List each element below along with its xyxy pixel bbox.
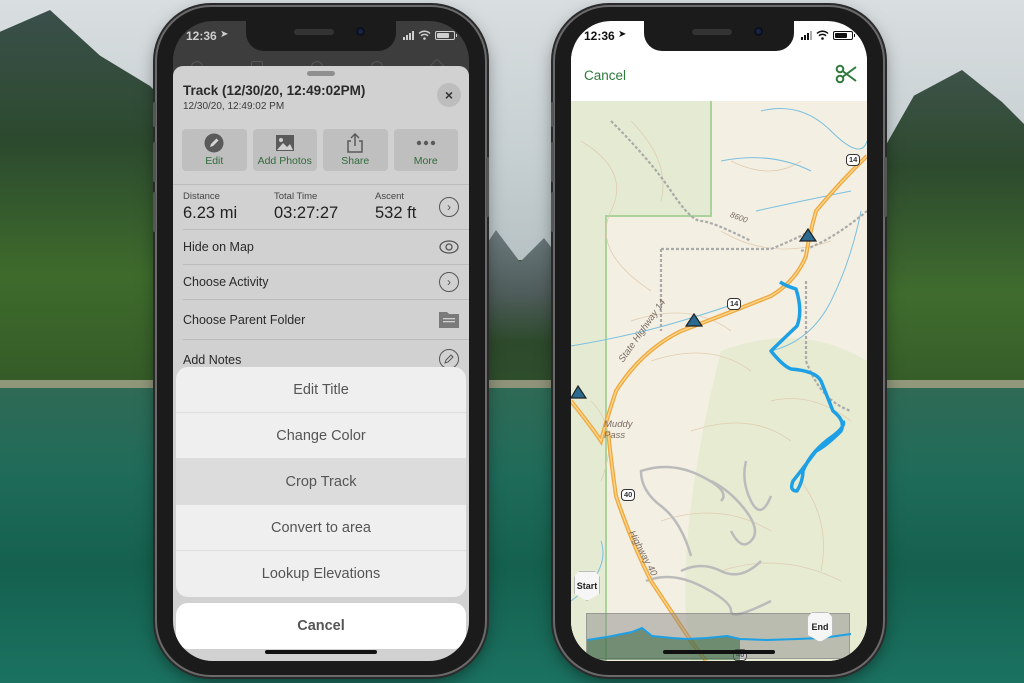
crop-navigation-bar: Cancel (571, 51, 867, 101)
volume-up-button (153, 142, 156, 182)
wifi-icon (418, 30, 431, 40)
campground-icon (798, 227, 818, 242)
screen-crop-track: 12:36 ➤ Cancel 8600 State Highway 14 Mud… (571, 21, 867, 661)
muddy-pass-label: Muddy Pass (604, 419, 633, 441)
route-shield: 40 (621, 489, 636, 501)
close-button[interactable]: × (437, 83, 461, 107)
menu-item-lookup-elevations[interactable]: Lookup Elevations (176, 551, 466, 597)
map-graphics (571, 101, 867, 661)
track-stats: Distance 6.23 mi Total Time 03:27:27 Asc… (173, 184, 469, 229)
route-shield: 14 (846, 154, 861, 166)
volume-down-button (153, 192, 156, 232)
wifi-icon (816, 30, 829, 40)
track-title: Track (12/30/20, 12:49:02PM) (183, 83, 366, 98)
folder-icon (439, 310, 459, 333)
power-button (884, 157, 887, 217)
home-indicator[interactable] (663, 650, 775, 654)
status-time: 12:36 (584, 29, 615, 43)
eye-icon (439, 237, 459, 262)
share-icon (346, 133, 364, 153)
photo-icon (275, 133, 295, 153)
add-photos-button[interactable]: Add Photos (252, 129, 317, 171)
cellular-signal-icon (403, 30, 414, 40)
menu-item-change-color[interactable]: Change Color (176, 413, 466, 459)
notch (246, 21, 396, 51)
silent-switch (153, 102, 156, 127)
pencil-icon (439, 349, 459, 369)
screen-track-details: 12:36 ➤ Track (12/30/20, 12:49:02PM) 12/… (173, 21, 469, 661)
action-buttons: Edit Add Photos Share More (182, 129, 458, 171)
stat-total-time: Total Time 03:27:27 (274, 191, 339, 222)
row-choose-activity[interactable]: Choose Activity › (183, 264, 469, 299)
pencil-icon (204, 133, 224, 153)
action-sheet-menu: Edit Title Change Color Crop Track Conve… (176, 367, 466, 597)
sheet-grabber[interactable] (307, 71, 335, 76)
menu-item-edit-title[interactable]: Edit Title (176, 367, 466, 413)
home-indicator[interactable] (265, 650, 377, 654)
topo-map[interactable]: 8600 State Highway 14 Muddy Pass Highway… (571, 101, 867, 661)
notch (644, 21, 794, 51)
phone-left: 12:36 ➤ Track (12/30/20, 12:49:02PM) 12/… (153, 7, 489, 675)
edit-button[interactable]: Edit (182, 129, 247, 171)
volume-down-button (551, 192, 554, 232)
elevation-cropped-region (587, 628, 740, 660)
cancel-button[interactable]: Cancel (584, 68, 626, 83)
stats-detail-chevron-icon[interactable]: › (439, 197, 459, 217)
more-button[interactable]: More (393, 129, 458, 171)
status-time: 12:36 (186, 29, 217, 43)
menu-item-convert-to-area[interactable]: Convert to area (176, 505, 466, 551)
more-icon (416, 133, 436, 153)
location-arrow-icon: ➤ (220, 29, 229, 40)
row-choose-parent-folder[interactable]: Choose Parent Folder (183, 299, 469, 339)
location-arrow-icon: ➤ (618, 29, 627, 40)
stat-ascent: Ascent 532 ft (375, 191, 417, 222)
track-subtitle: 12/30/20, 12:49:02 PM (183, 101, 285, 112)
action-sheet-cancel-button[interactable]: Cancel (176, 603, 466, 649)
silent-switch (551, 102, 554, 127)
share-button[interactable]: Share (323, 129, 388, 171)
power-button (486, 157, 489, 217)
phone-right: 12:36 ➤ Cancel 8600 State Highway 14 Mud… (551, 7, 887, 675)
close-icon: × (444, 87, 454, 103)
scissors-icon[interactable] (835, 64, 857, 89)
battery-icon (833, 30, 855, 40)
volume-up-button (551, 142, 554, 182)
route-shield: 14 (727, 298, 742, 310)
menu-item-crop-track[interactable]: Crop Track (176, 459, 466, 505)
chevron-right-icon: › (439, 272, 459, 292)
cellular-signal-icon (801, 30, 812, 40)
row-hide-on-map[interactable]: Hide on Map (183, 229, 469, 264)
battery-icon (435, 30, 457, 40)
stat-distance: Distance 6.23 mi (183, 191, 238, 222)
